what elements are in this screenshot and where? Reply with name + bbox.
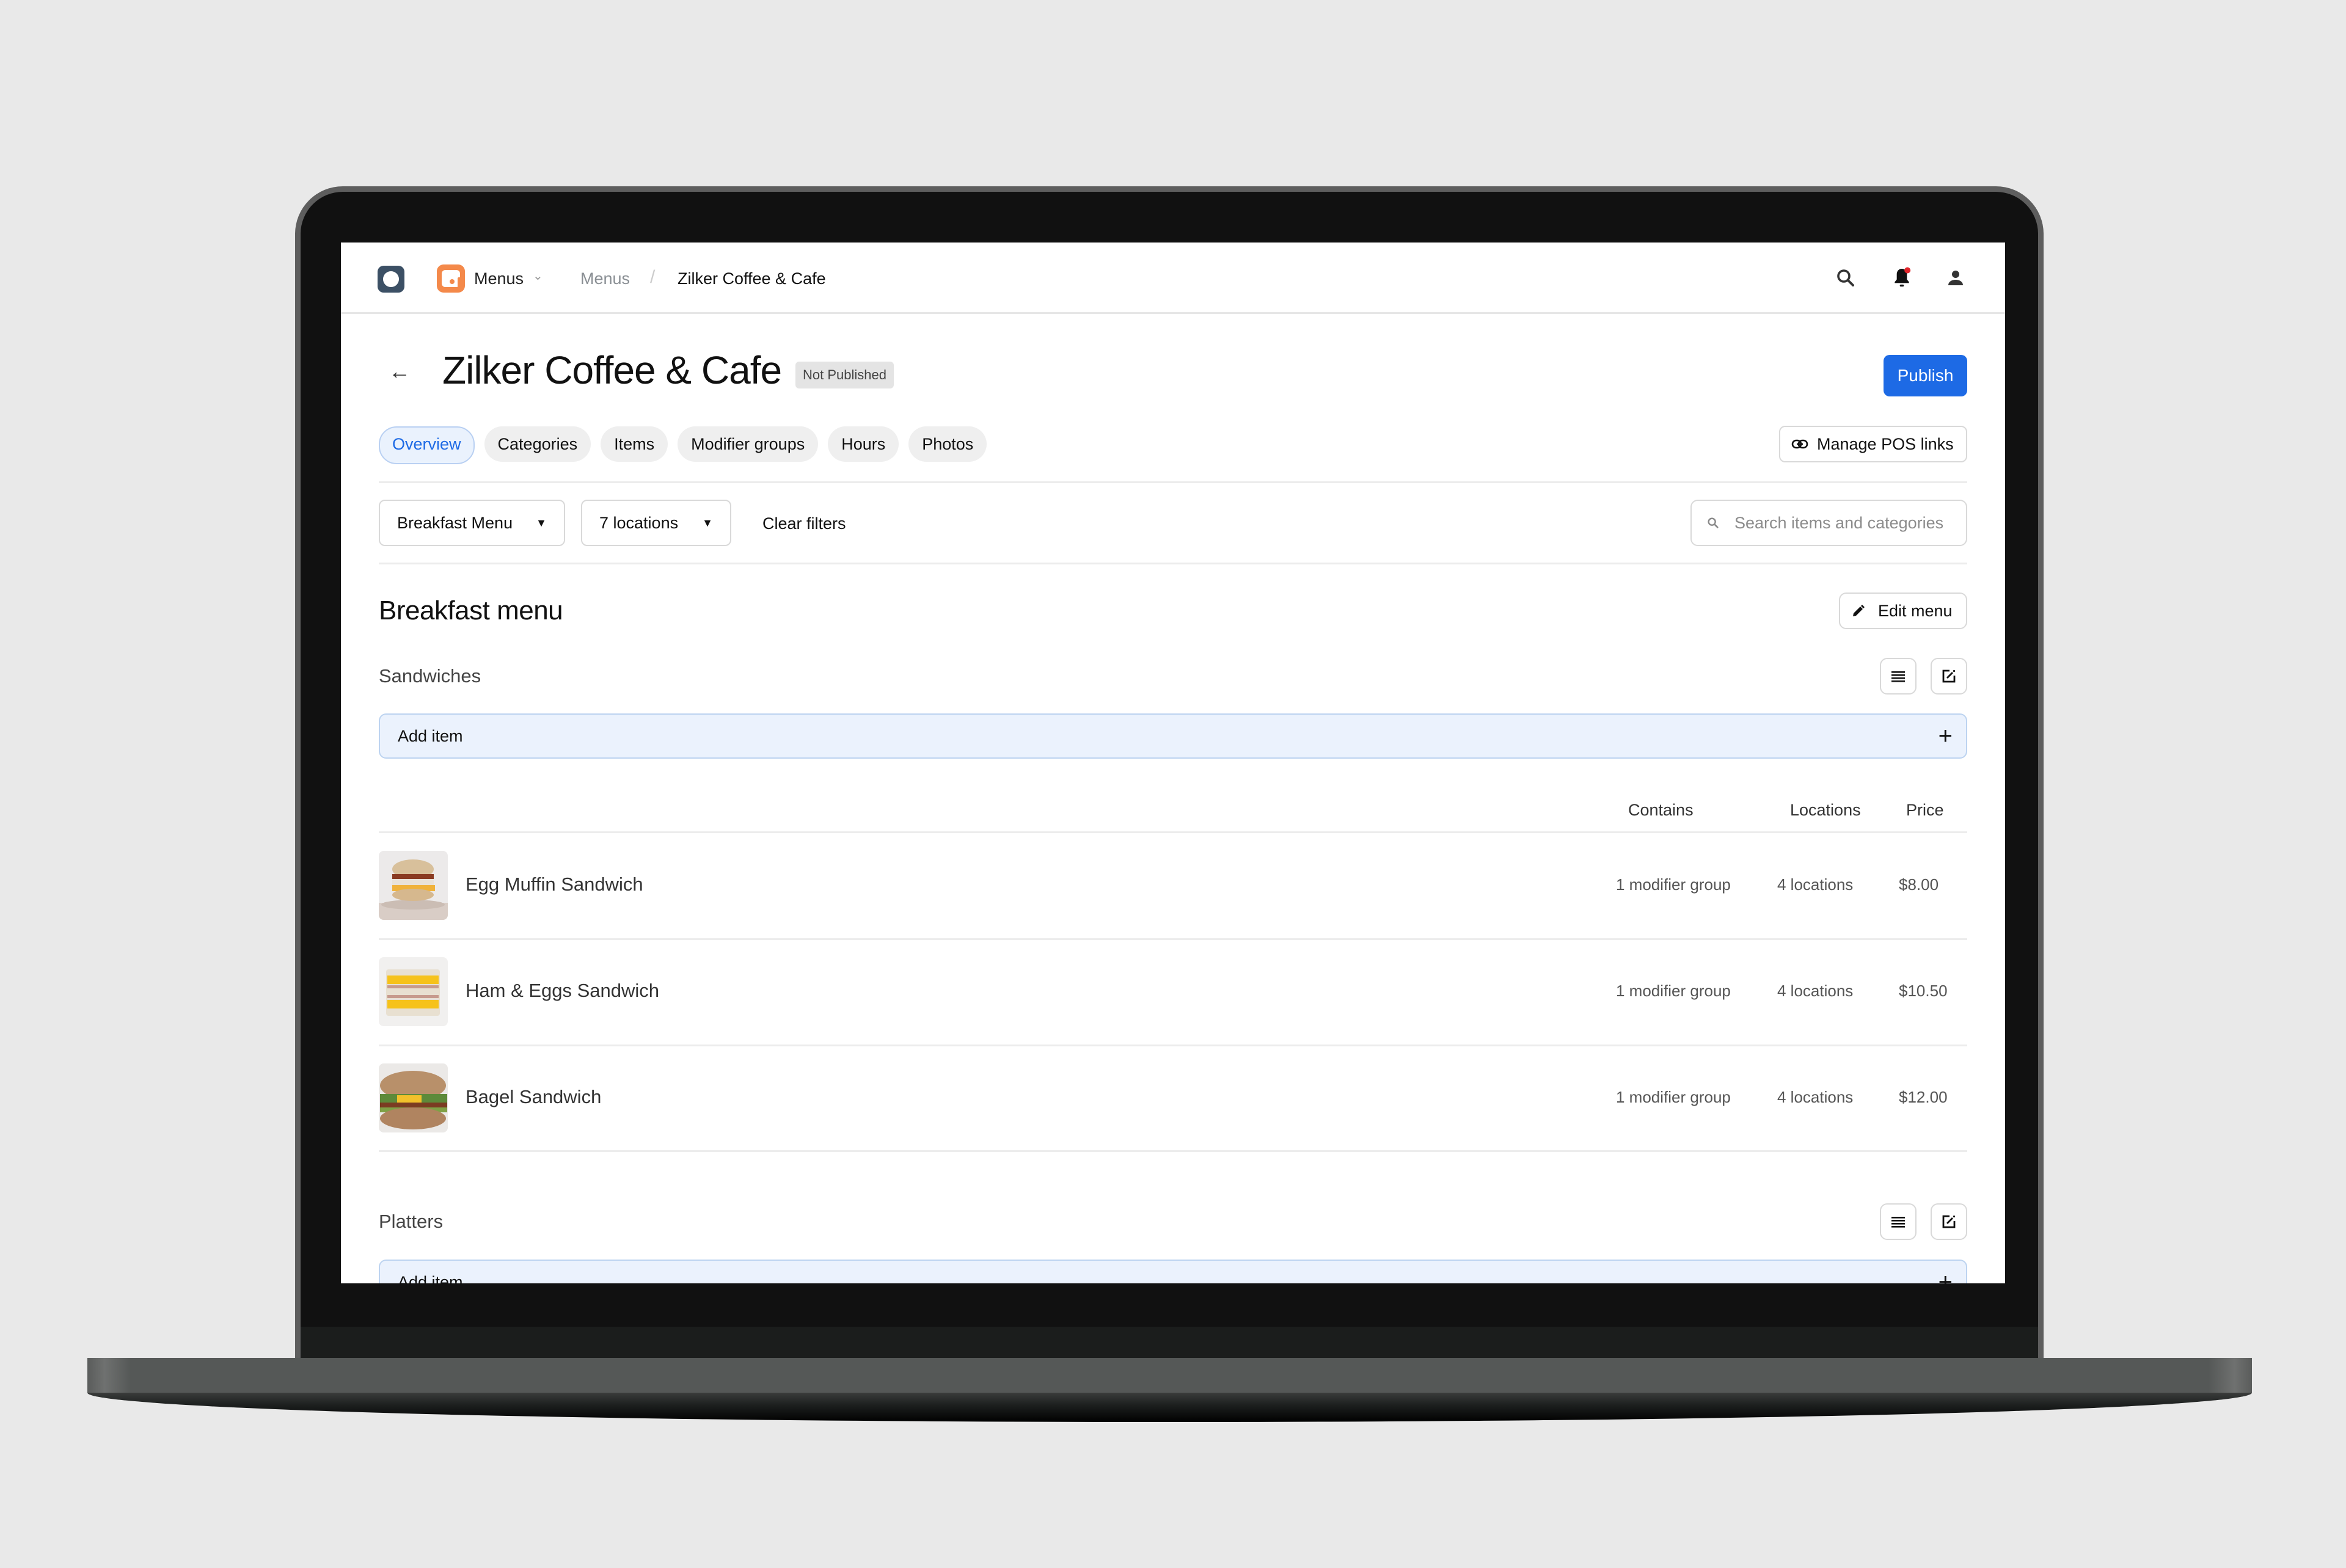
search-input[interactable]: Search items and categories [1690,500,1967,546]
status-badge: Not Published [795,362,894,388]
item-locations: 4 locations [1777,1088,1854,1106]
menu-select-dropdown[interactable]: Breakfast Menu ▼ [379,500,565,546]
item-price: $12.00 [1899,1088,1948,1106]
item-name[interactable]: Bagel Sandwich [466,1086,601,1108]
clear-filters-button[interactable]: Clear filters [762,514,846,533]
item-name[interactable]: Ham & Eggs Sandwich [466,980,659,1002]
column-header-price[interactable]: Price [1906,801,1944,820]
menu-select-value: Breakfast Menu [397,513,513,532]
category-title: Sandwiches [379,665,481,687]
tab-photos[interactable]: Photos [908,426,987,462]
edit-square-icon [1942,669,1956,683]
divider [379,563,1967,564]
app-switcher[interactable]: Menus [474,269,524,288]
edit-menu-button[interactable]: Edit menu [1839,593,1967,629]
item-photo[interactable] [379,851,448,920]
item-price: $10.50 [1899,982,1948,1000]
laptop-base [87,1358,2252,1393]
add-item-button[interactable]: Add item + [379,1260,1967,1283]
reorder-button[interactable] [1880,658,1917,695]
item-photo[interactable] [379,1063,448,1132]
add-item-button[interactable]: Add item + [379,713,1967,759]
locations-select-dropdown[interactable]: 7 locations ▼ [581,500,731,546]
menus-app-icon [437,264,465,293]
chevron-down-icon[interactable]: ⌄ [533,268,543,283]
item-name[interactable]: Egg Muffin Sandwich [466,873,643,895]
edit-category-button[interactable] [1931,1203,1967,1240]
link-icon [1791,439,1808,449]
list-icon [1891,1217,1905,1228]
divider [379,481,1967,483]
edit-square-icon [1942,1215,1956,1228]
manage-pos-links-label: Manage POS links [1817,434,1954,453]
divider [379,938,1967,940]
back-arrow-icon[interactable]: ← [389,359,411,384]
plus-icon: + [1938,723,1953,749]
manage-pos-links-button[interactable]: Manage POS links [1779,426,1967,462]
top-navigation-bar: Menus ⌄ Menus / Zilker Coffee & Cafe [341,242,2005,314]
breadcrumb-menus[interactable]: Menus [580,269,630,288]
add-item-label: Add item [398,1272,463,1284]
bell-icon[interactable] [1890,266,1914,290]
reorder-button[interactable] [1880,1203,1917,1240]
laptop-lid-bottom [301,1327,2038,1358]
tab-modifier-groups[interactable]: Modifier groups [678,426,819,462]
category-title: Platters [379,1211,444,1232]
breadcrumb-current: Zilker Coffee & Cafe [678,269,826,288]
brand-logo-icon[interactable] [378,266,404,293]
item-locations: 4 locations [1777,875,1854,894]
search-placeholder: Search items and categories [1734,513,1944,532]
tab-items[interactable]: Items [601,426,668,462]
menu-title: Breakfast menu [379,596,563,625]
tab-overview[interactable]: Overview [379,426,475,464]
column-header-locations: Locations [1790,801,1861,819]
tab-bar: Overview Categories Items Modifier group… [379,426,987,464]
tab-categories[interactable]: Categories [484,426,591,462]
locations-select-value: 7 locations [599,513,679,532]
divider [379,1150,1967,1152]
page-title: Zilker Coffee & Cafe [442,348,782,392]
laptop-base-shadow [87,1393,2252,1422]
list-icon [1891,671,1905,682]
caret-down-icon: ▼ [536,516,547,529]
breadcrumb-separator: / [650,267,656,287]
column-header-contains: Contains [1628,801,1694,819]
search-icon[interactable] [1835,267,1857,289]
edit-menu-label: Edit menu [1878,601,1953,620]
pencil-icon [1853,605,1865,616]
item-price: $8.00 [1899,875,1939,894]
divider [379,831,1967,833]
divider [379,1045,1967,1046]
edit-category-button[interactable] [1931,658,1967,695]
item-photo[interactable] [379,957,448,1026]
item-contains: 1 modifier group [1616,982,1731,1000]
tab-hours[interactable]: Hours [828,426,899,462]
item-contains: 1 modifier group [1616,1088,1731,1106]
user-icon[interactable] [1945,267,1967,289]
publish-button[interactable]: Publish [1884,355,1967,396]
add-item-label: Add item [398,726,463,745]
app-screen: Menus ⌄ Menus / Zilker Coffee & Cafe ← Z… [341,242,2005,1283]
item-contains: 1 modifier group [1616,875,1731,894]
caret-down-icon: ▼ [702,516,713,529]
item-locations: 4 locations [1777,982,1854,1000]
search-icon [1708,517,1719,528]
plus-icon: + [1938,1269,1953,1283]
